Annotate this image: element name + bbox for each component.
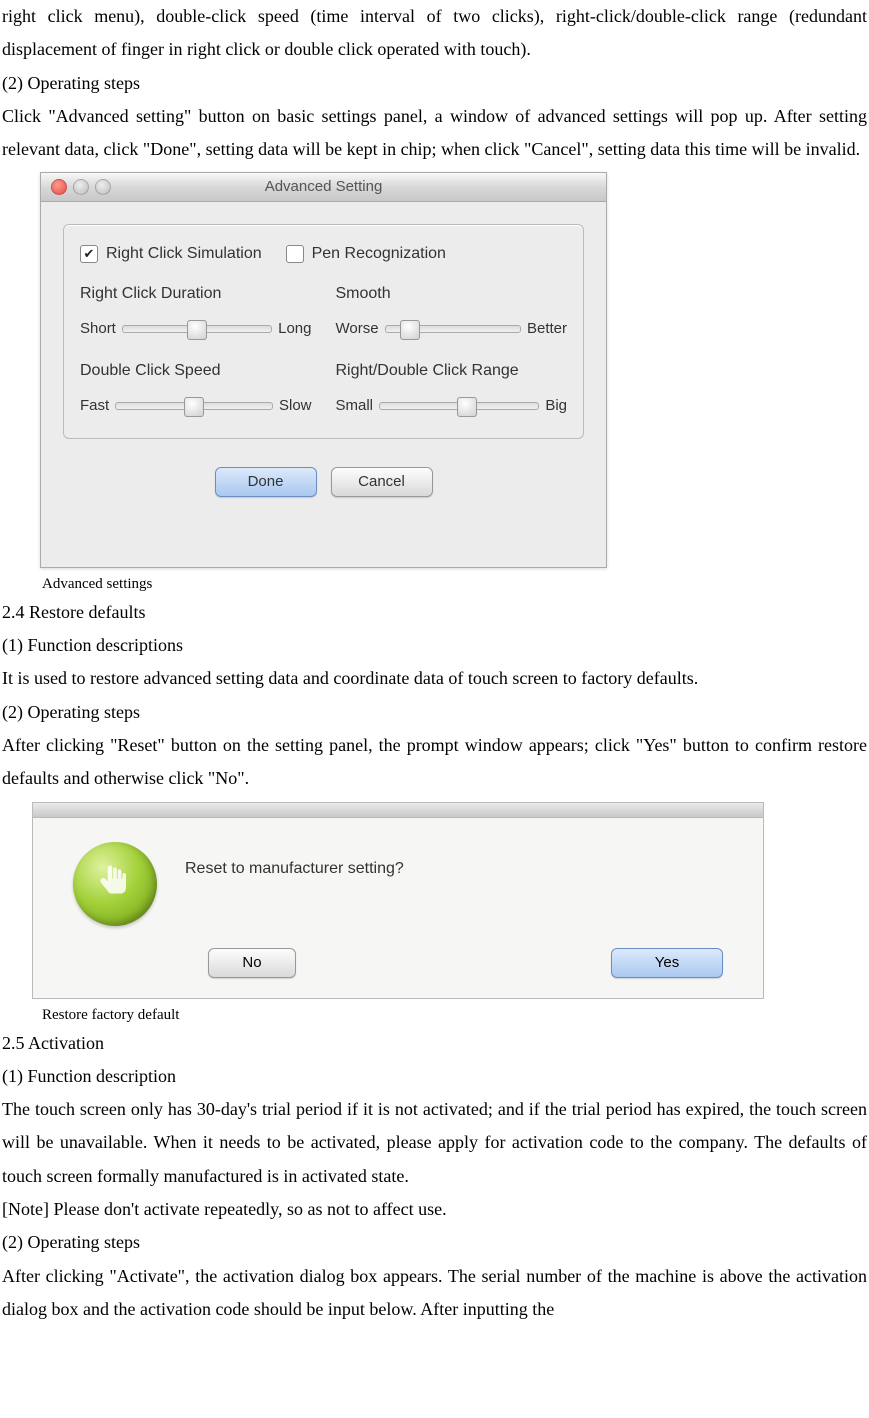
window-controls xyxy=(51,179,111,195)
ops-steps-heading: (2) Operating steps xyxy=(2,67,867,100)
ops-steps-heading: (2) Operating steps xyxy=(2,696,867,729)
advanced-setting-dialog: Advanced Setting ✔ Right Click Simulatio… xyxy=(40,172,607,567)
right-click-duration-slider[interactable] xyxy=(122,325,272,333)
slider-max-label: Better xyxy=(527,315,567,343)
right-click-sim-checkbox[interactable]: ✔ xyxy=(80,245,98,263)
figure-caption: Restore factory default xyxy=(42,1003,867,1027)
zoom-icon[interactable] xyxy=(95,179,111,195)
function-desc-heading: (1) Function description xyxy=(2,1060,867,1093)
checkbox-label: Right Click Simulation xyxy=(106,239,262,269)
no-button[interactable]: No xyxy=(208,948,296,978)
paragraph: After clicking "Reset" button on the set… xyxy=(2,729,867,796)
cancel-button[interactable]: Cancel xyxy=(331,467,433,497)
slider-label: Double Click Speed xyxy=(80,356,312,386)
smooth-slider[interactable] xyxy=(385,325,521,333)
slider-max-label: Big xyxy=(545,392,567,420)
slider-min-label: Fast xyxy=(80,392,109,420)
dialog-titlebar: Advanced Setting xyxy=(41,173,606,202)
slider-label: Smooth xyxy=(336,279,568,309)
slider-min-label: Small xyxy=(336,392,374,420)
dialog-titlebar xyxy=(33,803,763,818)
slider-max-label: Long xyxy=(278,315,311,343)
slider-min-label: Short xyxy=(80,315,116,343)
pen-recognition-checkbox[interactable] xyxy=(286,245,304,263)
slider-label: Right/Double Click Range xyxy=(336,356,568,386)
hand-icon xyxy=(73,842,157,926)
dialog-title: Advanced Setting xyxy=(265,178,383,195)
paragraph: right click menu), double-click speed (t… xyxy=(2,0,867,67)
function-desc-heading: (1) Function descriptions xyxy=(2,629,867,662)
paragraph: After clicking "Activate", the activatio… xyxy=(2,1260,867,1327)
paragraph: Click "Advanced setting" button on basic… xyxy=(2,100,867,167)
slider-label: Right Click Duration xyxy=(80,279,312,309)
slider-min-label: Worse xyxy=(336,315,379,343)
figure-caption: Advanced settings xyxy=(42,572,867,596)
done-button[interactable]: Done xyxy=(215,467,317,497)
paragraph: It is used to restore advanced setting d… xyxy=(2,662,867,695)
section-heading: 2.4 Restore defaults xyxy=(2,596,867,629)
click-range-slider[interactable] xyxy=(379,402,539,410)
paragraph: The touch screen only has 30-day's trial… xyxy=(2,1093,867,1193)
slider-max-label: Slow xyxy=(279,392,312,420)
reset-dialog: Reset to manufacturer setting? No Yes xyxy=(32,802,764,999)
ops-steps-heading: (2) Operating steps xyxy=(2,1226,867,1259)
reset-message: Reset to manufacturer setting? xyxy=(185,854,404,884)
checkbox-label: Pen Recognization xyxy=(312,239,446,269)
minimize-icon[interactable] xyxy=(73,179,89,195)
close-icon[interactable] xyxy=(51,179,67,195)
double-click-speed-slider[interactable] xyxy=(115,402,273,410)
settings-group: ✔ Right Click Simulation Pen Recognizati… xyxy=(63,224,584,438)
hand-svg-icon xyxy=(93,862,137,906)
section-heading: 2.5 Activation xyxy=(2,1027,867,1060)
yes-button[interactable]: Yes xyxy=(611,948,723,978)
note: [Note] Please don't activate repeatedly,… xyxy=(2,1193,867,1226)
